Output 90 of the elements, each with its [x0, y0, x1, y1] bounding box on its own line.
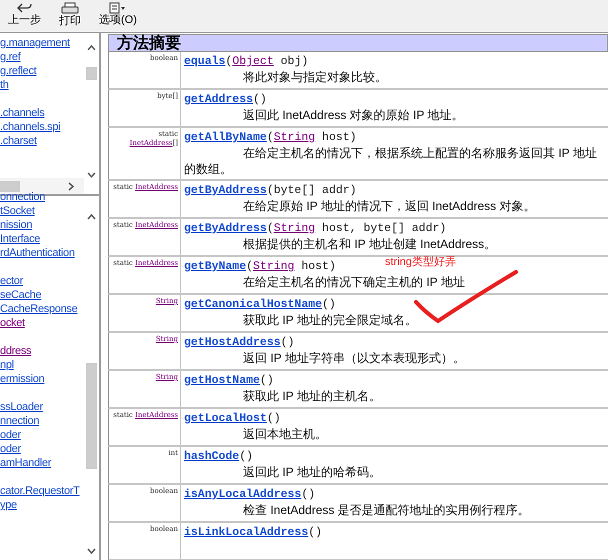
tree-link[interactable]: nission [0, 218, 84, 232]
tree-link[interactable]: .channels.spi [0, 120, 84, 134]
tree-link[interactable]: g.ref [0, 50, 84, 64]
parameter-text: ( [266, 222, 274, 235]
method-description: 在给定主机名的情况下确定主机的 IP 地址 [242, 274, 466, 290]
tree-link[interactable]: amHandler [0, 456, 84, 470]
parameter-text: ( [266, 131, 274, 144]
tree-link[interactable]: oder [0, 442, 84, 456]
method-description: 返回此 IP 地址的哈希码。 [242, 464, 382, 480]
scroll-up-icon[interactable] [87, 214, 96, 220]
method-link[interactable]: getAddress [184, 92, 254, 107]
scroll-right-icon[interactable] [68, 182, 74, 190]
parameter-text: () [301, 488, 316, 501]
method-link[interactable]: getByAddress [184, 183, 267, 198]
tree-link[interactable]: tSocket [0, 204, 84, 218]
parameter-text: host, byte[] addr) [321, 222, 446, 235]
printer-icon [61, 2, 79, 15]
type-link[interactable]: Object [232, 55, 274, 68]
back-arrow-icon [16, 2, 32, 14]
method-link[interactable]: getHostName [184, 373, 260, 388]
parameter-text: () [260, 374, 274, 387]
method-link[interactable]: getByAddress [184, 221, 267, 236]
method-link[interactable]: getAllByName [184, 130, 267, 145]
method-description: 将此对象与指定对象比较。 [242, 69, 388, 85]
tree-link[interactable]: ype [0, 498, 84, 512]
tree-link[interactable]: npl [0, 358, 84, 372]
parameter-text: () [253, 93, 267, 106]
method-link[interactable]: equals [184, 54, 226, 69]
parameter-text: () [280, 336, 294, 349]
options-icon [108, 2, 127, 14]
tree-link[interactable]: ddress [0, 344, 84, 358]
method-description: 返回本地主机。 [242, 426, 328, 442]
tree-link[interactable]: nnection [0, 414, 84, 428]
method-link[interactable]: getCanonicalHostName [184, 297, 322, 312]
type-link[interactable]: String [253, 260, 294, 273]
type-link[interactable]: String [274, 222, 316, 235]
parameter-text: ( [225, 55, 232, 68]
parameter-text: (byte[] addr) [266, 184, 357, 197]
method-description: 返回此 InetAddress 对象的原始 IP 地址。 [242, 107, 464, 123]
annotation-text: string类型好弄 [385, 256, 456, 269]
tree-link[interactable]: rdAuthentication [0, 246, 84, 260]
parameter-text: () [322, 298, 336, 311]
tree-link[interactable]: th [0, 78, 84, 92]
tree-link[interactable]: ector [0, 274, 84, 288]
tree-link[interactable]: seCache [0, 288, 84, 302]
method-description: 返回 IP 地址字符串（以文本表现形式）。 [242, 350, 466, 366]
tree-link[interactable]: g.reflect [0, 64, 84, 78]
scrollbar-thumb[interactable] [0, 180, 20, 192]
parameter-text: host) [300, 260, 336, 273]
tree-link[interactable]: ocket [0, 316, 84, 330]
scroll-down-icon[interactable] [87, 172, 96, 178]
back-button[interactable]: 上一步 [6, 0, 43, 27]
method-link[interactable]: getHostAddress [184, 335, 281, 350]
method-description: 获取此 IP 地址的主机名。 [242, 388, 382, 404]
method-description: 获取此 IP 地址的完全限定域名。 [242, 312, 418, 328]
method-link[interactable]: isLinkLocalAddress [184, 525, 308, 540]
horizontal-scrollbar[interactable] [0, 178, 84, 194]
method-link[interactable]: getByName [184, 259, 246, 274]
method-link[interactable]: getLocalHost [184, 411, 267, 426]
tree-link[interactable]: ermission [0, 372, 84, 386]
method-description: 在给定主机名的情况下，根据系统上配置的名称服务返回其 IP 地址 [242, 145, 598, 161]
tree-link[interactable]: ssLoader [0, 400, 84, 414]
parameter-text: () [266, 412, 281, 425]
tree-link[interactable]: .charset [0, 134, 84, 148]
method-description: 在给定原始 IP 地址的情况下，返回 InetAddress 对象。 [242, 198, 536, 214]
scrollbar-thumb[interactable] [86, 363, 97, 469]
tree-link[interactable]: .channels [0, 106, 84, 120]
scrollbar-thumb[interactable] [86, 66, 97, 80]
section-heading: 方法摘要 [108, 34, 608, 52]
method-description: 的数组。 [184, 161, 233, 177]
print-button[interactable]: 打印 [57, 0, 83, 28]
parameter-text: () [239, 450, 254, 463]
type-link[interactable]: String [274, 131, 316, 144]
options-button[interactable]: 选项(O) [97, 0, 139, 27]
parameter-text: obj) [280, 55, 308, 68]
method-description: 检查 InetAddress 是否是通配符地址的实用例行程序。 [242, 502, 531, 518]
tree-link[interactable]: Interface [0, 232, 84, 246]
parameter-text: ( [246, 260, 254, 273]
method-link[interactable]: hashCode [184, 449, 240, 464]
parameter-text: host) [321, 131, 357, 144]
method-link[interactable]: isAnyLocalAddress [184, 487, 302, 502]
tree-link[interactable]: CacheResponse [0, 302, 84, 316]
scroll-up-icon[interactable] [87, 45, 96, 51]
tree-link[interactable]: g.management [0, 36, 84, 50]
tree-link[interactable]: onnection [0, 190, 84, 204]
tree-link[interactable]: cator.RequestorT [0, 484, 84, 498]
method-description: 根据提供的主机名和 IP 地址创建 InetAddress。 [242, 236, 498, 252]
scroll-down-icon[interactable] [87, 548, 96, 554]
tree-link[interactable]: oder [0, 428, 84, 442]
parameter-text: () [308, 526, 322, 539]
